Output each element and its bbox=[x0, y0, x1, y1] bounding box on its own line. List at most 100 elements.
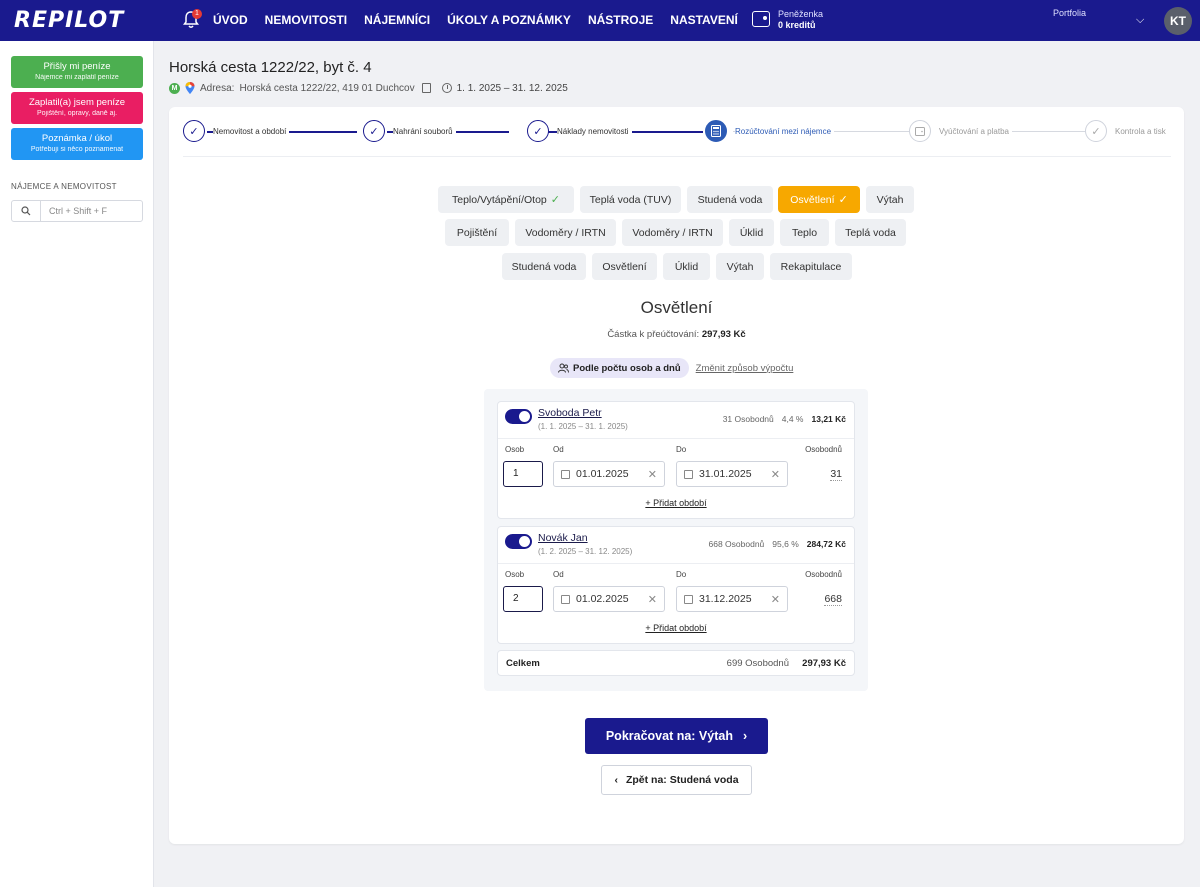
tab-studena-voda-2[interactable]: Studená voda bbox=[502, 253, 586, 280]
step-6[interactable]: ✓ Kontrola a tisk bbox=[1085, 120, 1166, 142]
divider bbox=[498, 438, 854, 439]
address-row: M Adresa: Horská cesta 1222/22, 419 01 D… bbox=[169, 82, 568, 94]
method-row: Podle počtu osob a dnů Změnit způsob výp… bbox=[550, 358, 793, 378]
total-amount: 297,93 Kč bbox=[802, 658, 846, 669]
chevron-right-icon: › bbox=[742, 729, 748, 743]
tab-tepla-voda-tuv[interactable]: Teplá voda (TUV) bbox=[580, 186, 681, 213]
change-method-link[interactable]: Změnit způsob výpočtu bbox=[696, 363, 794, 374]
tenant-toggle[interactable] bbox=[505, 409, 532, 424]
tab-studena-voda[interactable]: Studená voda bbox=[687, 186, 773, 213]
tab-vytah[interactable]: Výtah bbox=[866, 186, 914, 213]
tab-uklid[interactable]: Úklid bbox=[729, 219, 774, 246]
tenant-persondays: 668 Osobodnů bbox=[708, 539, 765, 549]
check-icon: ✓ bbox=[1085, 120, 1107, 142]
money-received-title: Přišly mi peníze bbox=[43, 61, 111, 72]
nav-uvod[interactable]: ÚVOD bbox=[213, 13, 248, 27]
tab-uklid-2[interactable]: Úklid bbox=[663, 253, 710, 280]
map-pin-icon[interactable] bbox=[185, 82, 195, 94]
nav-najemnici[interactable]: NÁJEMNÍCI bbox=[364, 13, 430, 27]
tenant-name[interactable]: Novák Jan bbox=[538, 532, 588, 544]
search-input[interactable]: Ctrl + Shift + F bbox=[41, 201, 107, 221]
add-period-link[interactable]: + Přidat období bbox=[498, 498, 854, 508]
clear-icon[interactable]: ✕ bbox=[648, 468, 657, 481]
tab-label: Teplá voda (TUV) bbox=[589, 193, 672, 206]
step-5[interactable]: Vyúčtování a platba bbox=[909, 120, 1012, 142]
tab-label: Rekapitulace bbox=[780, 260, 842, 273]
money-paid-button[interactable]: Zaplatil(a) jsem peníze Pojištění, oprav… bbox=[11, 92, 143, 124]
logo[interactable]: REPILOT bbox=[14, 8, 124, 33]
amount-row: Částka k přeúčtování: 297,93 Kč bbox=[169, 329, 1184, 340]
step-2[interactable]: ✓ Nahrání souborů bbox=[363, 120, 456, 142]
days-label: Osobodnů bbox=[805, 570, 842, 579]
persons-input[interactable]: 2 bbox=[503, 586, 543, 612]
tab-label: Výtah bbox=[876, 193, 904, 206]
date-from-value: 01.02.2025 bbox=[576, 593, 629, 605]
search-icon bbox=[12, 201, 41, 221]
continue-button[interactable]: Pokračovat na: Výtah › bbox=[585, 718, 768, 754]
continue-label: Pokračovat na: Výtah bbox=[605, 729, 733, 743]
tab-teplo[interactable]: Teplo bbox=[780, 219, 829, 246]
tab-vytah-2[interactable]: Výtah bbox=[716, 253, 764, 280]
check-icon: ✓ bbox=[550, 194, 560, 206]
copy-icon[interactable] bbox=[421, 83, 431, 93]
persons-input[interactable]: 1 bbox=[503, 461, 543, 487]
from-label: Od bbox=[553, 570, 564, 579]
step-1[interactable]: ✓ Nemovitost a období bbox=[183, 120, 290, 142]
tab-osvetleni-2[interactable]: Osvětlení bbox=[592, 253, 657, 280]
step-4[interactable]: Rozúčtování mezi nájemce bbox=[705, 120, 835, 142]
clear-icon[interactable]: ✕ bbox=[771, 468, 780, 481]
chevron-down-icon[interactable]: ⌵ bbox=[1136, 14, 1144, 27]
users-icon bbox=[558, 363, 569, 373]
clear-icon[interactable]: ✕ bbox=[771, 593, 780, 606]
date-to-input[interactable]: 31.01.2025 ✕ bbox=[676, 461, 788, 487]
persondays-value: 668 bbox=[824, 593, 842, 606]
tab-label: Studená voda bbox=[511, 260, 577, 273]
nav-nastaveni[interactable]: NASTAVENÍ bbox=[670, 13, 738, 27]
nav-nastroje[interactable]: NÁSTROJE bbox=[588, 13, 653, 27]
note-task-button[interactable]: Poznámka / úkol Potřebuji si něco poznam… bbox=[11, 128, 143, 160]
date-from-value: 01.01.2025 bbox=[576, 468, 629, 480]
tenant-name[interactable]: Svoboda Petr bbox=[538, 407, 602, 419]
date-from-input[interactable]: 01.02.2025 ✕ bbox=[553, 586, 665, 612]
check-icon: ✓ bbox=[363, 120, 385, 142]
date-to-input[interactable]: 31.12.2025 ✕ bbox=[676, 586, 788, 612]
wallet-label: Peněženka bbox=[778, 9, 824, 19]
clear-icon[interactable]: ✕ bbox=[648, 593, 657, 606]
avatar[interactable]: KT bbox=[1164, 7, 1192, 35]
date-to-value: 31.12.2025 bbox=[699, 593, 752, 605]
tab-label: Studená voda bbox=[697, 193, 763, 206]
nav-ukoly[interactable]: ÚKOLY A POZNÁMKY bbox=[447, 13, 571, 27]
tab-teplo-vytapeni[interactable]: Teplo/Vytápění/Otop ✓ bbox=[438, 186, 574, 213]
nav-nemovitosti[interactable]: NEMOVITOSTI bbox=[265, 13, 347, 27]
from-label: Od bbox=[553, 445, 564, 454]
tenant-amount: 13,21 Kč bbox=[811, 414, 847, 424]
total-label: Celkem bbox=[506, 658, 540, 669]
search-box[interactable]: Ctrl + Shift + F bbox=[11, 200, 143, 222]
step-label: Rozúčtování mezi nájemce bbox=[735, 126, 835, 136]
check-icon: ✓ bbox=[183, 120, 205, 142]
tab-pojisteni[interactable]: Pojištění bbox=[445, 219, 509, 246]
tab-osvetleni[interactable]: Osvětlení ✓ bbox=[778, 186, 860, 213]
step-3[interactable]: ✓ Náklady nemovitosti bbox=[527, 120, 632, 142]
notification-badge: 1 bbox=[192, 9, 202, 19]
tab-rekapitulace[interactable]: Rekapitulace bbox=[770, 253, 852, 280]
tab-tepla-voda[interactable]: Teplá voda bbox=[835, 219, 906, 246]
wallet[interactable]: Peněženka 0 kreditů bbox=[752, 9, 823, 30]
back-button[interactable]: ‹ Zpět na: Studená voda bbox=[601, 765, 752, 795]
add-period-link[interactable]: + Přidat období bbox=[498, 623, 854, 633]
tab-vodomery-irtn[interactable]: Vodoměry / IRTN bbox=[515, 219, 616, 246]
step-label: Nemovitost a období bbox=[213, 126, 290, 136]
to-label: Do bbox=[676, 570, 687, 579]
tab-label: Vodoměry / IRTN bbox=[525, 226, 606, 239]
portfolio-selector[interactable]: Portfolia bbox=[1053, 8, 1086, 18]
top-bar: REPILOT 1 ÚVOD NEMOVITOSTI NÁJEMNÍCI ÚKO… bbox=[0, 0, 1200, 41]
tenants-panel: Svoboda Petr (1. 1. 2025 – 31. 1. 2025) … bbox=[484, 389, 868, 691]
tenant-percent: 95,6 % bbox=[772, 539, 799, 549]
days-label: Osobodnů bbox=[805, 445, 842, 454]
money-received-button[interactable]: Přišly mi peníze Nájemce mi zaplatil pen… bbox=[11, 56, 143, 88]
date-from-input[interactable]: 01.01.2025 ✕ bbox=[553, 461, 665, 487]
tenant-toggle[interactable] bbox=[505, 534, 532, 549]
tab-vodomery-irtn-2[interactable]: Vodoměry / IRTN bbox=[622, 219, 723, 246]
method-badge: Podle počtu osob a dnů bbox=[550, 358, 689, 378]
check-icon: ✓ bbox=[838, 194, 848, 206]
